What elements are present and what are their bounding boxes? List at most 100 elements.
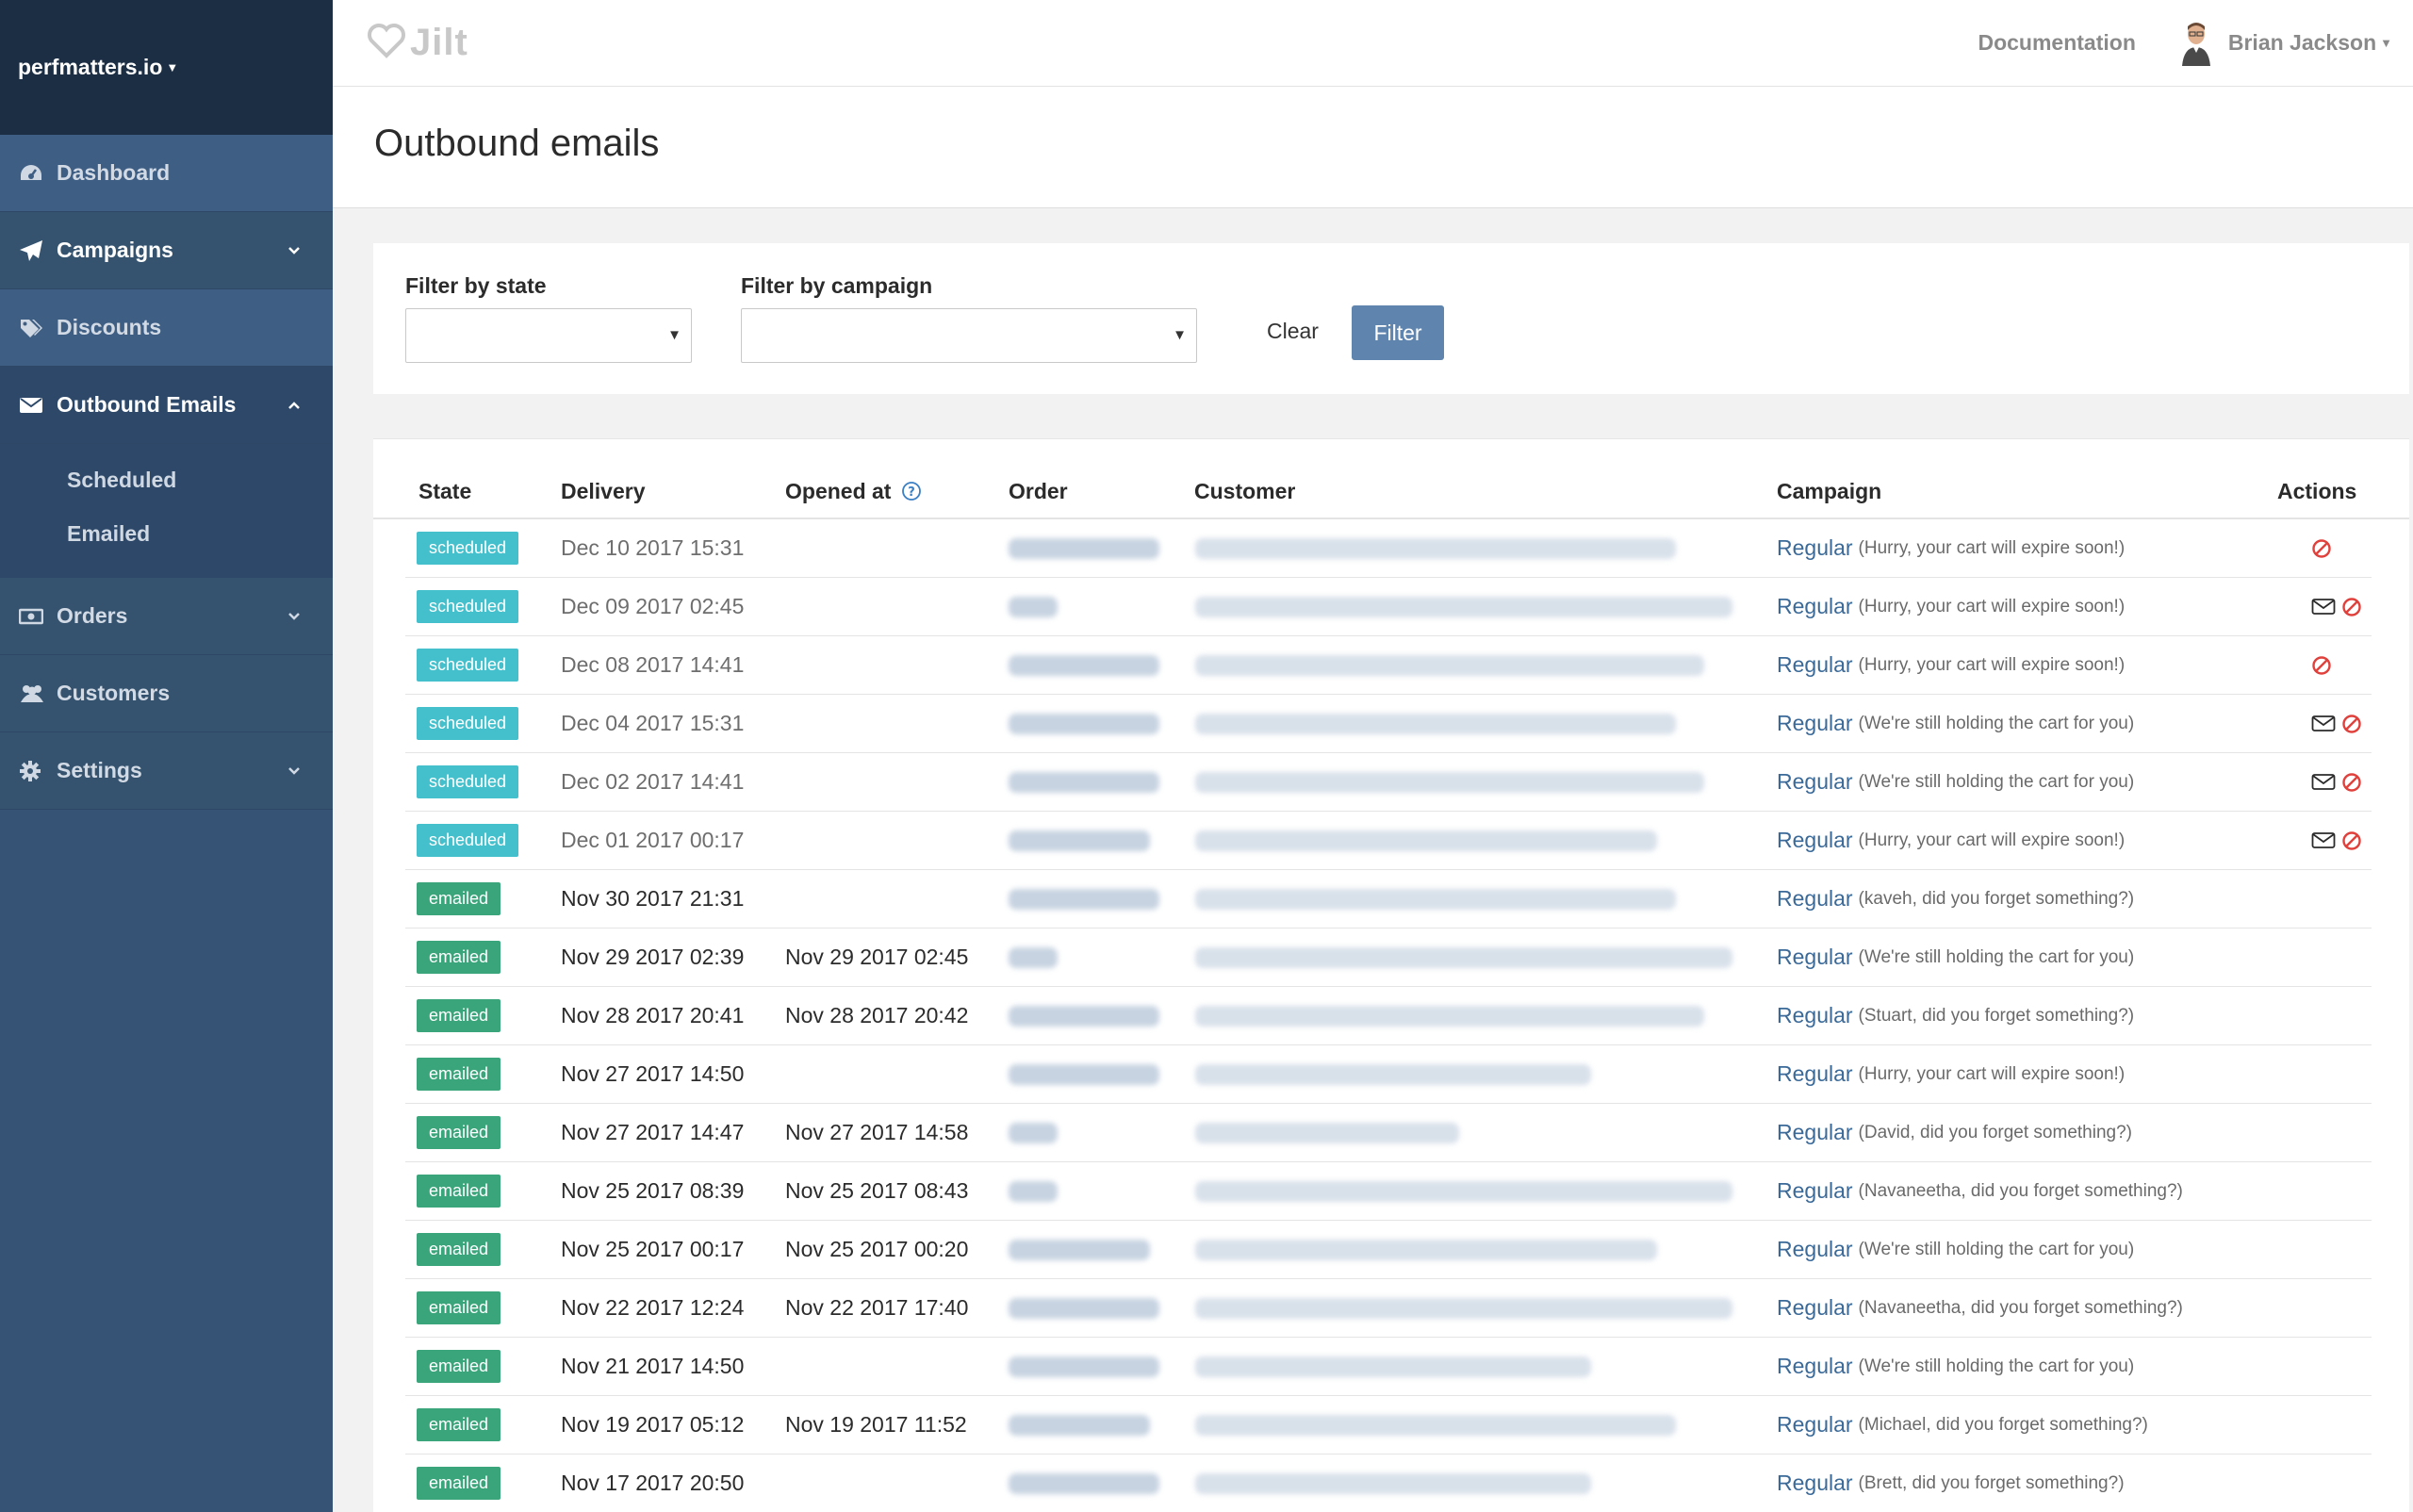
customer-cell[interactable] <box>1195 1279 1732 1337</box>
cancel-icon[interactable] <box>2341 830 2362 851</box>
column-header-state[interactable]: State <box>419 479 471 504</box>
customer-cell[interactable] <box>1195 1104 1459 1161</box>
redacted-order-number <box>1009 1414 1150 1436</box>
campaign-link[interactable]: Regular <box>1777 1354 1853 1379</box>
help-icon[interactable]: ? <box>901 481 922 501</box>
cancel-icon[interactable] <box>2341 714 2362 734</box>
order-cell[interactable] <box>1009 1338 1159 1395</box>
sidebar-item-label: Orders <box>57 603 128 628</box>
order-cell[interactable] <box>1009 987 1159 1044</box>
delivery-cell: Dec 08 2017 14:41 <box>561 652 745 677</box>
campaign-link[interactable]: Regular <box>1777 594 1853 619</box>
order-cell[interactable] <box>1009 812 1150 869</box>
campaign-link[interactable]: Regular <box>1777 945 1853 970</box>
submenu-item-scheduled[interactable]: Scheduled <box>0 453 333 507</box>
campaign-link[interactable]: Regular <box>1777 1471 1853 1496</box>
order-cell[interactable] <box>1009 870 1159 928</box>
column-header-customer[interactable]: Customer <box>1194 479 1295 504</box>
campaign-link[interactable]: Regular <box>1777 535 1853 561</box>
customer-cell[interactable] <box>1195 1045 1591 1103</box>
jilt-logo[interactable]: Jilt <box>367 22 468 64</box>
status-badge: emailed <box>417 1467 501 1500</box>
order-cell[interactable] <box>1009 695 1159 752</box>
send-now-envelope-icon[interactable] <box>2311 715 2336 733</box>
customer-cell[interactable] <box>1195 1221 1657 1278</box>
submenu-item-emailed[interactable]: Emailed <box>0 507 333 561</box>
campaign-link[interactable]: Regular <box>1777 1120 1853 1145</box>
order-cell[interactable] <box>1009 1279 1159 1337</box>
campaign-link[interactable]: Regular <box>1777 1295 1853 1321</box>
customer-cell[interactable] <box>1195 987 1704 1044</box>
customer-cell[interactable] <box>1195 578 1732 635</box>
state-filter-select[interactable]: ▼ <box>405 308 692 363</box>
customer-cell[interactable] <box>1195 1396 1676 1454</box>
status-badge: scheduled <box>417 590 519 623</box>
cancel-icon[interactable] <box>2341 772 2362 793</box>
campaign-link[interactable]: Regular <box>1777 828 1853 853</box>
send-now-envelope-icon[interactable] <box>2311 598 2336 616</box>
user-menu[interactable]: Brian Jackson <box>2228 30 2376 56</box>
avatar[interactable] <box>2176 19 2215 67</box>
cancel-icon[interactable] <box>2311 655 2332 676</box>
order-cell[interactable] <box>1009 1162 1058 1220</box>
opened-at-cell: Nov 22 2017 17:40 <box>785 1295 969 1320</box>
sidebar-item-settings[interactable]: Settings <box>0 732 333 810</box>
clear-button[interactable]: Clear <box>1267 319 1319 344</box>
sidebar-item-dashboard[interactable]: Dashboard <box>0 135 333 212</box>
customer-cell[interactable] <box>1195 1162 1732 1220</box>
order-cell[interactable] <box>1009 636 1159 694</box>
campaign-link[interactable]: Regular <box>1777 1003 1853 1028</box>
customer-cell[interactable] <box>1195 870 1676 928</box>
send-now-envelope-icon[interactable] <box>2311 773 2336 792</box>
delivery-cell: Dec 01 2017 00:17 <box>561 828 745 852</box>
column-header-campaign[interactable]: Campaign <box>1777 479 1881 504</box>
campaign-cell: Regular (Hurry, your cart will expire soo… <box>1777 578 2125 635</box>
filter-button[interactable]: Filter <box>1352 305 1444 360</box>
state-cell: scheduled <box>417 636 519 694</box>
campaign-link[interactable]: Regular <box>1777 1178 1853 1204</box>
cancel-icon[interactable] <box>2341 597 2362 617</box>
campaign-link[interactable]: Regular <box>1777 1237 1853 1262</box>
column-header-opened-at[interactable]: Opened at ? <box>785 479 922 504</box>
campaign-link[interactable]: Regular <box>1777 1412 1853 1438</box>
campaign-link[interactable]: Regular <box>1777 769 1853 795</box>
status-badge: emailed <box>417 1408 501 1441</box>
customer-cell[interactable] <box>1195 636 1704 694</box>
customer-cell[interactable] <box>1195 812 1657 869</box>
sidebar-item-discounts[interactable]: Discounts <box>0 289 333 367</box>
order-cell[interactable] <box>1009 753 1159 811</box>
customer-cell[interactable] <box>1195 1454 1591 1512</box>
campaign-subject: (We're still holding the cart for you) <box>1858 946 2135 967</box>
redacted-customer-info <box>1195 888 1676 910</box>
documentation-link[interactable]: Documentation <box>1978 30 2135 56</box>
order-cell[interactable] <box>1009 1396 1150 1454</box>
sidebar-item-outbound-emails[interactable]: Outbound Emails <box>0 367 333 444</box>
order-cell[interactable] <box>1009 929 1058 986</box>
account-switcher[interactable]: perfmatters.io ▼ <box>0 0 333 135</box>
campaign-link[interactable]: Regular <box>1777 711 1853 736</box>
campaign-link[interactable]: Regular <box>1777 652 1853 678</box>
order-cell[interactable] <box>1009 1221 1150 1278</box>
delivery-cell: Dec 09 2017 02:45 <box>561 594 745 618</box>
sidebar-item-customers[interactable]: Customers <box>0 655 333 732</box>
customer-cell[interactable] <box>1195 929 1732 986</box>
customer-cell[interactable] <box>1195 753 1704 811</box>
cancel-icon[interactable] <box>2311 538 2332 559</box>
column-header-order[interactable]: Order <box>1009 479 1068 504</box>
order-cell[interactable] <box>1009 1454 1159 1512</box>
campaign-link[interactable]: Regular <box>1777 1061 1853 1087</box>
order-cell[interactable] <box>1009 1104 1058 1161</box>
customer-cell[interactable] <box>1195 519 1676 577</box>
campaign-filter-select[interactable]: ▼ <box>741 308 1197 363</box>
column-header-delivery[interactable]: Delivery <box>561 479 646 504</box>
send-now-envelope-icon[interactable] <box>2311 831 2336 850</box>
order-cell[interactable] <box>1009 519 1159 577</box>
sidebar-item-campaigns[interactable]: Campaigns <box>0 212 333 289</box>
customer-cell[interactable] <box>1195 695 1676 752</box>
order-cell[interactable] <box>1009 1045 1159 1103</box>
campaign-link[interactable]: Regular <box>1777 886 1853 912</box>
sidebar-item-orders[interactable]: Orders <box>0 578 333 655</box>
customer-cell[interactable] <box>1195 1338 1591 1395</box>
order-cell[interactable] <box>1009 578 1058 635</box>
campaign-subject: (Navaneetha, did you forget something?) <box>1858 1180 2183 1201</box>
